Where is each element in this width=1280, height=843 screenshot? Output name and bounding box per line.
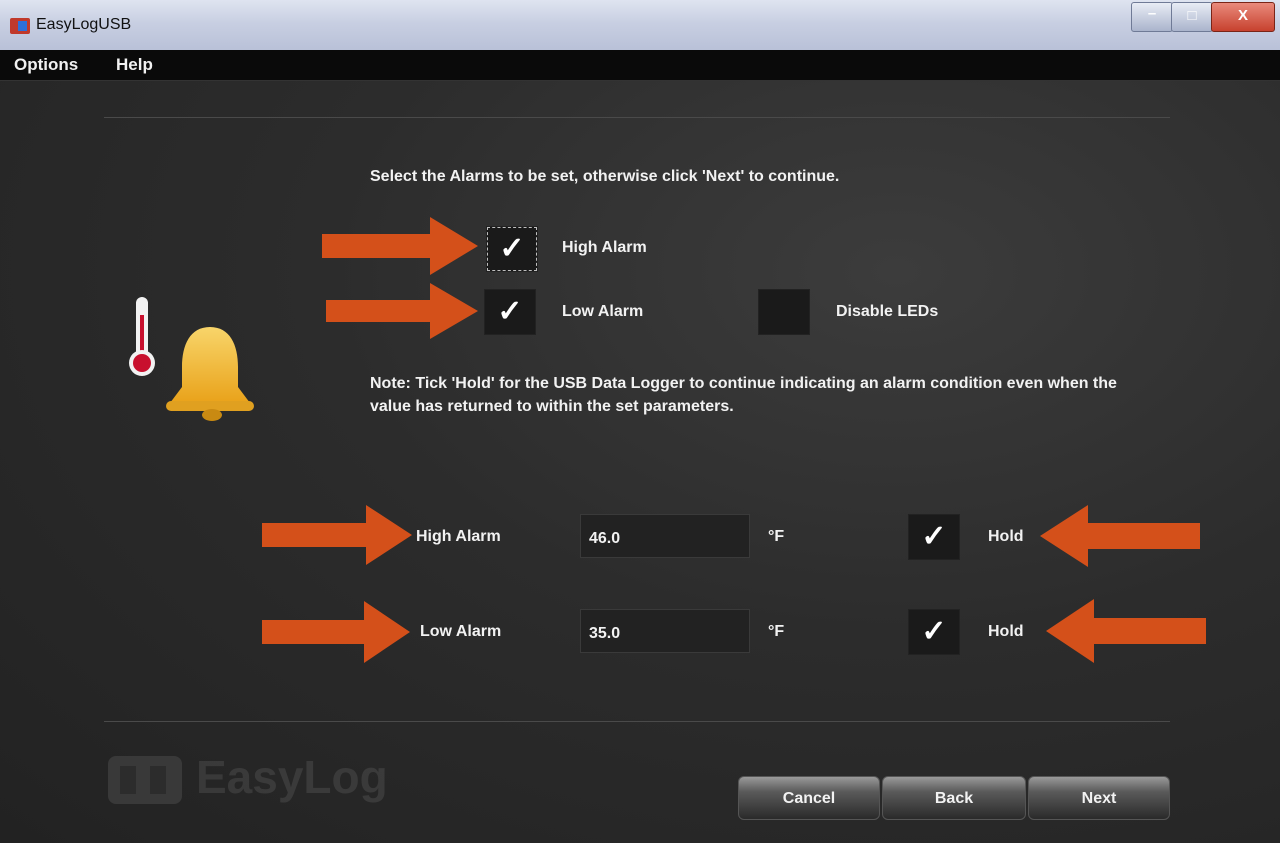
low-alarm-input[interactable]: 35.0 <box>580 609 750 653</box>
easylog-logo-icon <box>108 756 182 804</box>
high-alarm-hold-label: Hold <box>988 528 1024 545</box>
title-bar[interactable]: EasyLogUSB – □ X <box>0 0 1280 50</box>
arrow-right-icon <box>326 283 478 339</box>
high-alarm-label: High Alarm <box>416 528 501 545</box>
cancel-button[interactable]: Cancel <box>738 776 880 820</box>
arrow-right-icon <box>322 217 478 275</box>
check-icon: ✓ <box>921 615 947 648</box>
bell-icon <box>166 327 254 421</box>
check-icon: ✓ <box>921 520 947 553</box>
low-alarm-hold-label: Hold <box>988 623 1024 640</box>
menu-bar: Options Help <box>0 50 1280 81</box>
back-button[interactable]: Back <box>882 776 1026 820</box>
maximize-icon: □ <box>1187 7 1197 24</box>
low-alarm-label: Low Alarm <box>420 623 502 640</box>
close-button[interactable]: X <box>1211 2 1275 32</box>
instruction-text: Select the Alarms to be set, otherwise c… <box>370 168 840 185</box>
thermometer-icon <box>129 297 155 376</box>
next-button[interactable]: Next <box>1028 776 1170 820</box>
arrow-left-icon <box>1046 599 1206 663</box>
low-alarm-checkbox[interactable]: ✓ <box>484 289 536 335</box>
high-alarm-checkbox-label: High Alarm <box>562 239 647 256</box>
menu-help[interactable]: Help <box>116 55 153 75</box>
low-alarm-hold-checkbox[interactable]: ✓ <box>908 609 960 655</box>
high-alarm-input[interactable]: 46.0 <box>580 514 750 558</box>
disable-leds-label: Disable LEDs <box>836 303 939 320</box>
easylog-logo: EasyLog <box>104 746 394 806</box>
high-alarm-hold-checkbox[interactable]: ✓ <box>908 514 960 560</box>
arrow-left-icon <box>1040 505 1200 567</box>
easylog-logo-text: EasyLog <box>196 751 388 803</box>
low-alarm-checkbox-label: Low Alarm <box>562 303 644 320</box>
check-icon: ✓ <box>497 295 523 328</box>
low-alarm-unit: °F <box>768 623 785 640</box>
high-alarm-unit: °F <box>768 528 785 545</box>
minimize-icon: – <box>1147 5 1157 22</box>
bottom-divider <box>104 721 1170 722</box>
arrow-right-icon <box>262 505 412 565</box>
close-icon: X <box>1237 7 1248 24</box>
hold-note: Note: Tick 'Hold' for the USB Data Logge… <box>370 375 1117 415</box>
window-title: EasyLogUSB <box>36 16 132 33</box>
minimize-button[interactable]: – <box>1131 2 1173 32</box>
menu-options[interactable]: Options <box>14 55 78 75</box>
high-alarm-checkbox[interactable]: ✓ <box>486 226 538 272</box>
disable-leds-checkbox[interactable] <box>758 289 810 335</box>
maximize-button[interactable]: □ <box>1171 2 1213 32</box>
top-divider <box>104 117 1170 118</box>
easylog-window: EasyLogUSB – □ X Options Help Select the… <box>0 0 1280 843</box>
alarm-settings-panel: Select the Alarms to be set, otherwise c… <box>0 81 1280 843</box>
arrow-right-icon <box>262 601 410 663</box>
app-icon <box>10 18 30 34</box>
check-icon: ✓ <box>499 232 525 265</box>
